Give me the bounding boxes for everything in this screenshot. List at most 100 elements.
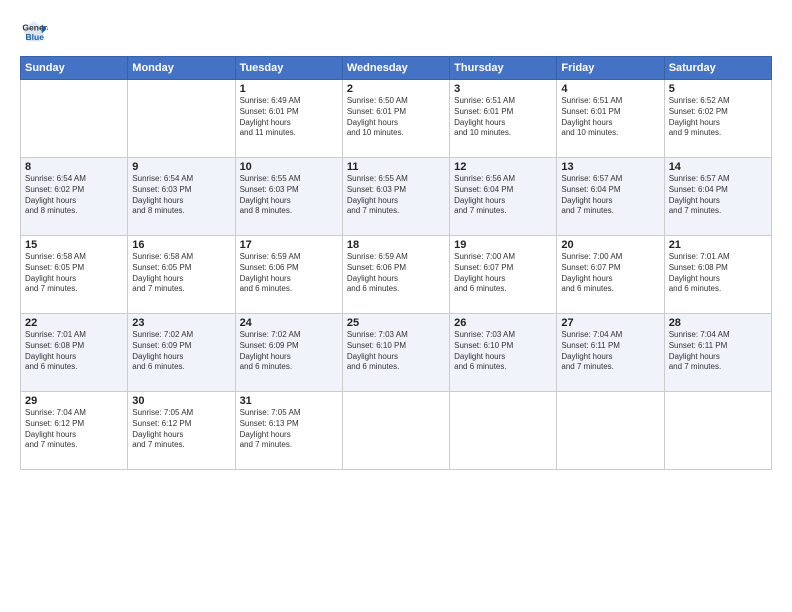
day-number: 26	[454, 317, 552, 329]
day-number: 18	[347, 239, 445, 251]
calendar-day-cell: 10Sunrise: 6:55 AMSunset: 6:03 PMDayligh…	[235, 158, 342, 236]
calendar-day-cell: 8Sunrise: 6:54 AMSunset: 6:02 PMDaylight…	[21, 158, 128, 236]
logo-icon: General Blue	[20, 18, 48, 46]
calendar-day-cell: 18Sunrise: 6:59 AMSunset: 6:06 PMDayligh…	[342, 236, 449, 314]
day-number: 19	[454, 239, 552, 251]
day-number: 21	[669, 239, 767, 251]
day-number: 11	[347, 161, 445, 173]
day-info: Sunrise: 6:49 AMSunset: 6:01 PMDaylight …	[240, 96, 338, 139]
day-number: 2	[347, 83, 445, 95]
calendar-day-cell: 2Sunrise: 6:50 AMSunset: 6:01 PMDaylight…	[342, 80, 449, 158]
calendar-day-cell	[557, 392, 664, 470]
day-info: Sunrise: 6:54 AMSunset: 6:02 PMDaylight …	[25, 174, 123, 217]
calendar-day-cell: 15Sunrise: 6:58 AMSunset: 6:05 PMDayligh…	[21, 236, 128, 314]
logo: General Blue	[20, 18, 52, 46]
day-number: 4	[561, 83, 659, 95]
calendar-day-cell	[664, 392, 771, 470]
day-info: Sunrise: 7:04 AMSunset: 6:11 PMDaylight …	[561, 330, 659, 373]
day-info: Sunrise: 6:50 AMSunset: 6:01 PMDaylight …	[347, 96, 445, 139]
day-info: Sunrise: 7:05 AMSunset: 6:12 PMDaylight …	[132, 408, 230, 451]
calendar-day-cell	[342, 392, 449, 470]
day-number: 30	[132, 395, 230, 407]
calendar-day-cell: 26Sunrise: 7:03 AMSunset: 6:10 PMDayligh…	[450, 314, 557, 392]
day-info: Sunrise: 7:05 AMSunset: 6:13 PMDaylight …	[240, 408, 338, 451]
calendar-day-header: Wednesday	[342, 57, 449, 80]
calendar-table: SundayMondayTuesdayWednesdayThursdayFrid…	[20, 56, 772, 470]
calendar-day-cell: 30Sunrise: 7:05 AMSunset: 6:12 PMDayligh…	[128, 392, 235, 470]
calendar-week-row: 22Sunrise: 7:01 AMSunset: 6:08 PMDayligh…	[21, 314, 772, 392]
day-number: 10	[240, 161, 338, 173]
day-number: 29	[25, 395, 123, 407]
day-number: 16	[132, 239, 230, 251]
day-info: Sunrise: 6:58 AMSunset: 6:05 PMDaylight …	[132, 252, 230, 295]
day-info: Sunrise: 6:57 AMSunset: 6:04 PMDaylight …	[561, 174, 659, 217]
day-number: 9	[132, 161, 230, 173]
calendar-week-row: 15Sunrise: 6:58 AMSunset: 6:05 PMDayligh…	[21, 236, 772, 314]
day-info: Sunrise: 7:02 AMSunset: 6:09 PMDaylight …	[240, 330, 338, 373]
calendar-day-cell: 29Sunrise: 7:04 AMSunset: 6:12 PMDayligh…	[21, 392, 128, 470]
day-info: Sunrise: 6:54 AMSunset: 6:03 PMDaylight …	[132, 174, 230, 217]
calendar-day-cell: 3Sunrise: 6:51 AMSunset: 6:01 PMDaylight…	[450, 80, 557, 158]
calendar-day-cell: 17Sunrise: 6:59 AMSunset: 6:06 PMDayligh…	[235, 236, 342, 314]
calendar-day-cell: 9Sunrise: 6:54 AMSunset: 6:03 PMDaylight…	[128, 158, 235, 236]
calendar-week-row: 29Sunrise: 7:04 AMSunset: 6:12 PMDayligh…	[21, 392, 772, 470]
day-info: Sunrise: 7:00 AMSunset: 6:07 PMDaylight …	[454, 252, 552, 295]
day-number: 31	[240, 395, 338, 407]
calendar-day-header: Saturday	[664, 57, 771, 80]
calendar-header-row: SundayMondayTuesdayWednesdayThursdayFrid…	[21, 57, 772, 80]
day-info: Sunrise: 7:00 AMSunset: 6:07 PMDaylight …	[561, 252, 659, 295]
header: General Blue	[20, 18, 772, 46]
calendar-day-cell: 5Sunrise: 6:52 AMSunset: 6:02 PMDaylight…	[664, 80, 771, 158]
day-number: 22	[25, 317, 123, 329]
day-info: Sunrise: 6:59 AMSunset: 6:06 PMDaylight …	[347, 252, 445, 295]
calendar-day-cell: 11Sunrise: 6:55 AMSunset: 6:03 PMDayligh…	[342, 158, 449, 236]
calendar-day-header: Friday	[557, 57, 664, 80]
calendar-day-cell: 22Sunrise: 7:01 AMSunset: 6:08 PMDayligh…	[21, 314, 128, 392]
calendar-week-row: 8Sunrise: 6:54 AMSunset: 6:02 PMDaylight…	[21, 158, 772, 236]
day-info: Sunrise: 7:04 AMSunset: 6:12 PMDaylight …	[25, 408, 123, 451]
calendar-day-cell: 13Sunrise: 6:57 AMSunset: 6:04 PMDayligh…	[557, 158, 664, 236]
calendar-day-cell: 21Sunrise: 7:01 AMSunset: 6:08 PMDayligh…	[664, 236, 771, 314]
day-number: 17	[240, 239, 338, 251]
day-number: 25	[347, 317, 445, 329]
day-number: 15	[25, 239, 123, 251]
calendar-day-cell: 27Sunrise: 7:04 AMSunset: 6:11 PMDayligh…	[557, 314, 664, 392]
calendar-day-header: Sunday	[21, 57, 128, 80]
calendar-day-header: Thursday	[450, 57, 557, 80]
day-number: 5	[669, 83, 767, 95]
day-info: Sunrise: 6:51 AMSunset: 6:01 PMDaylight …	[561, 96, 659, 139]
calendar-day-cell: 24Sunrise: 7:02 AMSunset: 6:09 PMDayligh…	[235, 314, 342, 392]
day-number: 20	[561, 239, 659, 251]
svg-text:Blue: Blue	[25, 32, 44, 42]
calendar-day-cell: 28Sunrise: 7:04 AMSunset: 6:11 PMDayligh…	[664, 314, 771, 392]
calendar-day-header: Monday	[128, 57, 235, 80]
day-info: Sunrise: 7:01 AMSunset: 6:08 PMDaylight …	[25, 330, 123, 373]
day-info: Sunrise: 6:52 AMSunset: 6:02 PMDaylight …	[669, 96, 767, 139]
day-number: 12	[454, 161, 552, 173]
day-number: 1	[240, 83, 338, 95]
day-number: 24	[240, 317, 338, 329]
day-info: Sunrise: 6:58 AMSunset: 6:05 PMDaylight …	[25, 252, 123, 295]
calendar-day-cell: 1Sunrise: 6:49 AMSunset: 6:01 PMDaylight…	[235, 80, 342, 158]
calendar-day-cell	[21, 80, 128, 158]
day-number: 23	[132, 317, 230, 329]
calendar-day-cell: 23Sunrise: 7:02 AMSunset: 6:09 PMDayligh…	[128, 314, 235, 392]
calendar-day-cell: 12Sunrise: 6:56 AMSunset: 6:04 PMDayligh…	[450, 158, 557, 236]
calendar-week-row: 1Sunrise: 6:49 AMSunset: 6:01 PMDaylight…	[21, 80, 772, 158]
day-info: Sunrise: 6:51 AMSunset: 6:01 PMDaylight …	[454, 96, 552, 139]
day-info: Sunrise: 6:55 AMSunset: 6:03 PMDaylight …	[240, 174, 338, 217]
page: General Blue SundayMondayTuesdayWednesda…	[0, 0, 792, 612]
calendar-day-cell: 25Sunrise: 7:03 AMSunset: 6:10 PMDayligh…	[342, 314, 449, 392]
calendar-day-cell: 14Sunrise: 6:57 AMSunset: 6:04 PMDayligh…	[664, 158, 771, 236]
calendar-day-cell: 19Sunrise: 7:00 AMSunset: 6:07 PMDayligh…	[450, 236, 557, 314]
day-info: Sunrise: 7:03 AMSunset: 6:10 PMDaylight …	[454, 330, 552, 373]
calendar-day-cell: 20Sunrise: 7:00 AMSunset: 6:07 PMDayligh…	[557, 236, 664, 314]
day-info: Sunrise: 6:55 AMSunset: 6:03 PMDaylight …	[347, 174, 445, 217]
day-info: Sunrise: 7:04 AMSunset: 6:11 PMDaylight …	[669, 330, 767, 373]
day-number: 3	[454, 83, 552, 95]
day-number: 13	[561, 161, 659, 173]
day-info: Sunrise: 6:57 AMSunset: 6:04 PMDaylight …	[669, 174, 767, 217]
calendar-day-cell	[128, 80, 235, 158]
day-info: Sunrise: 6:59 AMSunset: 6:06 PMDaylight …	[240, 252, 338, 295]
day-info: Sunrise: 7:03 AMSunset: 6:10 PMDaylight …	[347, 330, 445, 373]
